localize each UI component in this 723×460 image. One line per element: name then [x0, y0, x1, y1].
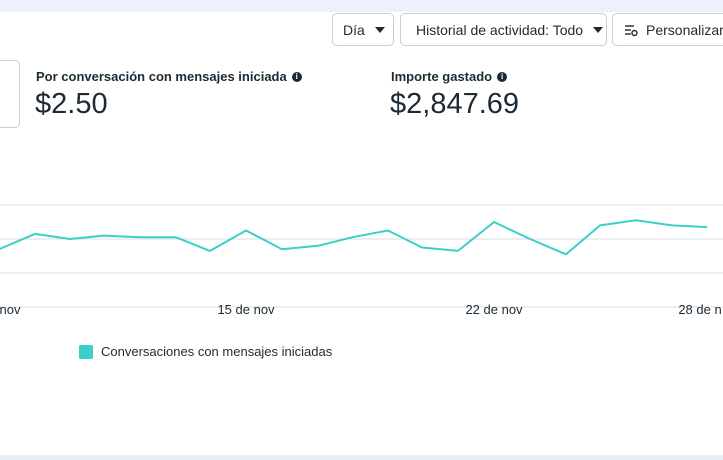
activity-history-label: Historial de actividad: Todo: [416, 21, 584, 38]
customize-label: Personalizar: [646, 21, 723, 38]
day-dropdown-label: Día: [343, 21, 365, 38]
customize-button[interactable]: Personalizar: [612, 13, 723, 46]
x-tick-label: 22 de nov: [465, 302, 523, 317]
metric-cost-per-conversation-label: Por conversación con mensajes iniciada i: [36, 69, 302, 84]
caret-down-icon: [374, 26, 385, 33]
line-chart: [0, 204, 723, 308]
x-tick-label: 28 de n: [678, 302, 722, 317]
chart-legend[interactable]: Conversaciones con mensajes iniciadas: [79, 344, 332, 359]
legend-label: Conversaciones con mensajes iniciadas: [101, 344, 333, 359]
info-icon[interactable]: i: [291, 71, 302, 82]
series-line: [0, 219, 708, 256]
caret-down-icon: [593, 26, 604, 33]
metric-cost-per-conversation-value: $2.50: [35, 88, 108, 120]
metric-amount-spent-value: $2,847.69: [390, 88, 520, 120]
x-tick-label: nov: [0, 302, 21, 317]
x-tick-label: 15 de nov: [217, 302, 275, 317]
metric-amount-spent-label: Importe gastado i: [391, 69, 508, 84]
activity-history-dropdown[interactable]: Historial de actividad: Todo: [400, 13, 607, 46]
metric-label-text: Por conversación con mensajes iniciada: [36, 69, 287, 84]
legend-swatch: [79, 344, 93, 359]
day-dropdown[interactable]: Día: [332, 13, 394, 46]
settings-sliders-icon: [625, 24, 638, 36]
info-icon[interactable]: i: [497, 71, 508, 82]
previous-metric-card[interactable]: [0, 60, 20, 128]
metric-label-text: Importe gastado: [391, 69, 493, 84]
